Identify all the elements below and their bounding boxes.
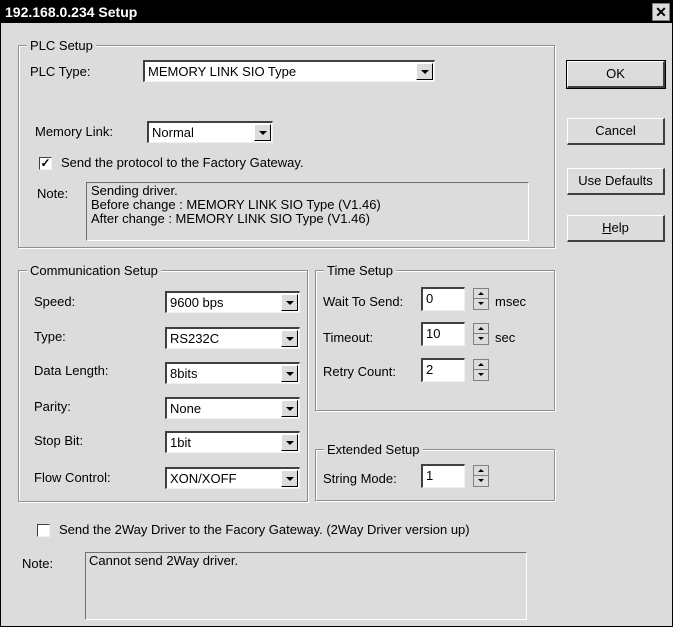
time-setup-legend: Time Setup [324, 263, 396, 278]
spin-down-icon[interactable] [474, 476, 488, 486]
chevron-down-icon[interactable] [416, 63, 433, 80]
data-length-label: Data Length: [34, 363, 109, 378]
spinner-buttons [473, 288, 489, 310]
memory-link-select[interactable]: Normal [147, 121, 273, 143]
two-way-driver-label[interactable]: Send the 2Way Driver to the Facory Gatew… [59, 522, 470, 538]
retry-count-label: Retry Count: [323, 364, 396, 379]
chevron-down-icon[interactable] [281, 434, 298, 451]
checkmark-icon: ✓ [40, 156, 51, 170]
timeout-unit: sec [495, 330, 516, 345]
spinner-buttons [473, 465, 489, 487]
plc-type-select[interactable]: MEMORY LINK SIO Type [143, 60, 435, 82]
type-value: RS232C [170, 331, 220, 346]
parity-value: None [170, 401, 202, 416]
speed-value: 9600 bps [170, 295, 224, 310]
flow-control-value: XON/XOFF [170, 471, 237, 486]
note-line: Sending driver. [91, 183, 178, 198]
chevron-down-icon[interactable] [281, 294, 298, 311]
close-icon[interactable]: ✕ [652, 3, 670, 21]
data-length-select[interactable]: 8bits [165, 362, 300, 384]
title-bar: 192.168.0.234 Setup ✕ [1, 1, 672, 23]
plc-note-label: Note: [37, 186, 69, 201]
timeout-spinner[interactable]: 10 [421, 322, 491, 346]
cancel-button[interactable]: Cancel [567, 118, 665, 145]
chevron-down-icon[interactable] [281, 365, 298, 382]
window-title: 192.168.0.234 Setup [5, 4, 138, 20]
note-line: Before change : MEMORY LINK SIO Type (V1… [91, 197, 381, 212]
type-label: Type: [34, 329, 66, 344]
stop-bit-label: Stop Bit: [34, 433, 84, 448]
type-select[interactable]: RS232C [165, 327, 300, 349]
retry-count-spinner[interactable]: 2 [421, 358, 491, 382]
plc-setup-legend: PLC Setup [27, 38, 96, 53]
plc-type-label: PLC Type: [30, 64, 91, 79]
spin-down-icon[interactable] [474, 334, 488, 344]
chevron-down-icon[interactable] [281, 400, 298, 417]
plc-note-box: Sending driver. Before change : MEMORY L… [86, 182, 529, 241]
speed-label: Speed: [34, 294, 76, 309]
spin-down-icon[interactable] [474, 370, 488, 380]
parity-select[interactable]: None [165, 397, 300, 419]
help-button[interactable]: Help [567, 215, 665, 242]
chevron-down-icon[interactable] [254, 124, 271, 141]
two-way-note-box: Cannot send 2Way driver. [85, 552, 527, 620]
ok-button[interactable]: OK [566, 60, 666, 89]
two-way-note-label: Note: [22, 556, 54, 571]
send-protocol-label[interactable]: Send the protocol to the Factory Gateway… [61, 155, 304, 171]
memory-link-value: Normal [152, 125, 194, 140]
communication-setup-legend: Communication Setup [27, 263, 161, 278]
spin-up-icon[interactable] [474, 324, 488, 334]
chevron-down-icon[interactable] [281, 330, 298, 347]
string-mode-label: String Mode: [323, 471, 397, 486]
two-way-driver-checkbox[interactable] [37, 524, 50, 537]
timeout-input[interactable]: 10 [421, 322, 465, 346]
setup-dialog: 192.168.0.234 Setup ✕ PLC Setup PLC Type… [0, 0, 673, 627]
note-line: After change : MEMORY LINK SIO Type (V1.… [91, 211, 370, 226]
use-defaults-button[interactable]: Use Defaults [567, 168, 665, 195]
help-label: elp [611, 220, 629, 235]
string-mode-spinner[interactable]: 1 [421, 464, 491, 488]
retry-count-input[interactable]: 2 [421, 358, 465, 382]
wait-to-send-unit: msec [495, 294, 527, 309]
data-length-value: 8bits [170, 366, 198, 381]
spin-down-icon[interactable] [474, 299, 488, 309]
stop-bit-value: 1bit [170, 435, 191, 450]
spin-up-icon[interactable] [474, 360, 488, 370]
timeout-label: Timeout: [323, 330, 374, 345]
help-mnemonic: H [602, 220, 612, 235]
spinner-buttons [473, 323, 489, 345]
string-mode-input[interactable]: 1 [421, 464, 465, 488]
flow-control-select[interactable]: XON/XOFF [165, 467, 300, 489]
spinner-buttons [473, 359, 489, 381]
wait-to-send-input[interactable]: 0 [421, 287, 465, 311]
send-protocol-checkbox[interactable]: ✓ [39, 157, 52, 170]
extended-setup-legend: Extended Setup [324, 442, 423, 457]
chevron-down-icon[interactable] [281, 470, 298, 487]
spin-up-icon[interactable] [474, 466, 488, 476]
two-way-note-text: Cannot send 2Way driver. [89, 553, 239, 568]
stop-bit-select[interactable]: 1bit [165, 431, 300, 453]
memory-link-label: Memory Link: [35, 124, 114, 139]
spin-up-icon[interactable] [474, 289, 488, 299]
plc-type-value: MEMORY LINK SIO Type [148, 64, 297, 79]
wait-to-send-spinner[interactable]: 0 [421, 287, 491, 311]
flow-control-label: Flow Control: [34, 470, 111, 485]
speed-select[interactable]: 9600 bps [165, 291, 300, 313]
parity-label: Parity: [34, 399, 71, 414]
wait-to-send-label: Wait To Send: [323, 294, 404, 309]
